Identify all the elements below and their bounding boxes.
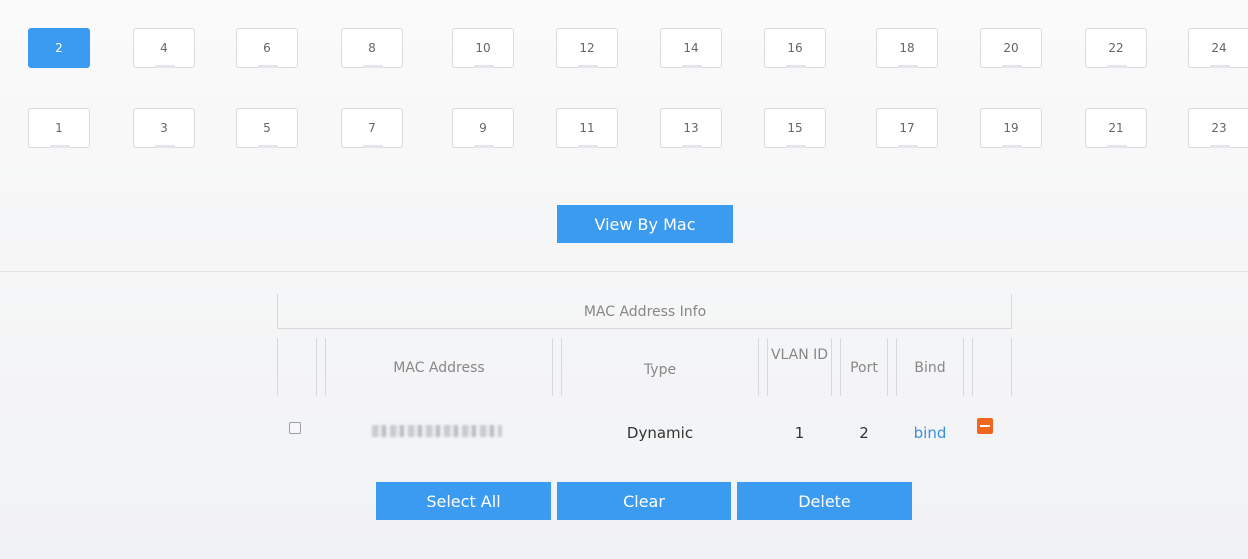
port-1[interactable]: 1: [28, 108, 90, 148]
port-20[interactable]: 20: [980, 28, 1042, 68]
delete-button[interactable]: Delete: [737, 482, 912, 520]
column-border: [758, 338, 759, 396]
column-border: [972, 338, 973, 396]
mac-address-value: [372, 425, 502, 437]
row-port: 2: [859, 424, 869, 442]
port-12[interactable]: 12: [556, 28, 618, 68]
port-22[interactable]: 22: [1085, 28, 1147, 68]
port-17[interactable]: 17: [876, 108, 938, 148]
port-6[interactable]: 6: [236, 28, 298, 68]
table-title: MAC Address Info: [583, 304, 707, 320]
header-mac-address: MAC Address: [393, 360, 485, 376]
header-bind: Bind: [914, 360, 946, 376]
column-border: [963, 338, 964, 396]
port-19[interactable]: 19: [980, 108, 1042, 148]
port-8[interactable]: 8: [341, 28, 403, 68]
clear-button[interactable]: Clear: [557, 482, 731, 520]
column-border: [1011, 338, 1012, 396]
port-2[interactable]: 2: [28, 28, 90, 68]
port-4[interactable]: 4: [133, 28, 195, 68]
row-checkbox[interactable]: [289, 422, 301, 434]
port-9[interactable]: 9: [452, 108, 514, 148]
header-vlan-id: VLAN ID: [770, 347, 829, 363]
table-border: [277, 294, 278, 328]
port-15[interactable]: 15: [764, 108, 826, 148]
port-3[interactable]: 3: [133, 108, 195, 148]
port-10[interactable]: 10: [452, 28, 514, 68]
port-13[interactable]: 13: [660, 108, 722, 148]
select-all-button[interactable]: Select All: [376, 482, 551, 520]
column-border: [316, 338, 317, 396]
port-18[interactable]: 18: [876, 28, 938, 68]
port-21[interactable]: 21: [1085, 108, 1147, 148]
table-border: [277, 328, 1012, 329]
view-by-mac-button[interactable]: View By Mac: [557, 205, 733, 243]
row-type: Dynamic: [626, 424, 694, 442]
row-vlan-id: 1: [794, 424, 805, 442]
port-11[interactable]: 11: [556, 108, 618, 148]
bind-link[interactable]: bind: [897, 424, 963, 442]
port-panel: 2 4 6 8 10 12 14 16 18 20 22 24 1 3 5 7 …: [0, 0, 1248, 270]
table-border: [1011, 294, 1012, 328]
header-port: Port: [850, 360, 878, 376]
port-24[interactable]: 24: [1188, 28, 1248, 68]
column-border: [831, 338, 832, 396]
port-23[interactable]: 23: [1188, 108, 1248, 148]
header-type: Type: [643, 362, 677, 378]
port-5[interactable]: 5: [236, 108, 298, 148]
port-14[interactable]: 14: [660, 28, 722, 68]
column-border: [887, 338, 888, 396]
port-7[interactable]: 7: [341, 108, 403, 148]
column-border: [277, 338, 278, 396]
column-border: [552, 338, 553, 396]
port-16[interactable]: 16: [764, 28, 826, 68]
section-divider: [0, 271, 1248, 272]
remove-icon[interactable]: [977, 418, 993, 434]
